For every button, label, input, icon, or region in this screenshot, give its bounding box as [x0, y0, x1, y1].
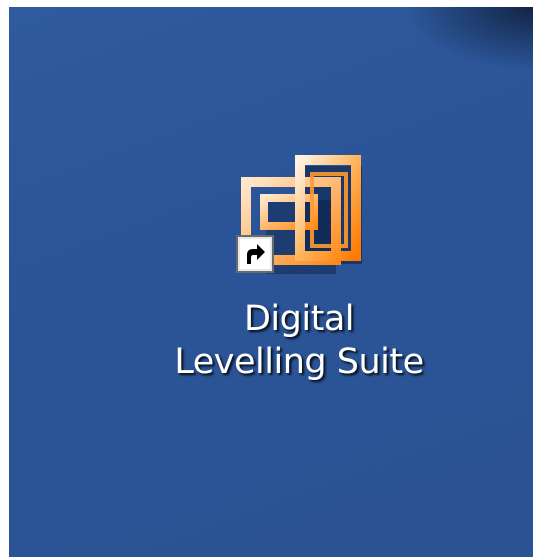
shortcut-label-line-1: Digital [243, 299, 355, 339]
shortcut-label: Digital Levelling Suite [139, 298, 459, 384]
desktop-shortcut-digital-levelling-suite[interactable]: Digital Levelling Suite [139, 152, 459, 412]
shortcut-label-line-2: Levelling Suite [174, 342, 424, 382]
shortcut-arrow-icon [236, 235, 274, 273]
desktop[interactable]: Digital Levelling Suite [9, 7, 533, 557]
